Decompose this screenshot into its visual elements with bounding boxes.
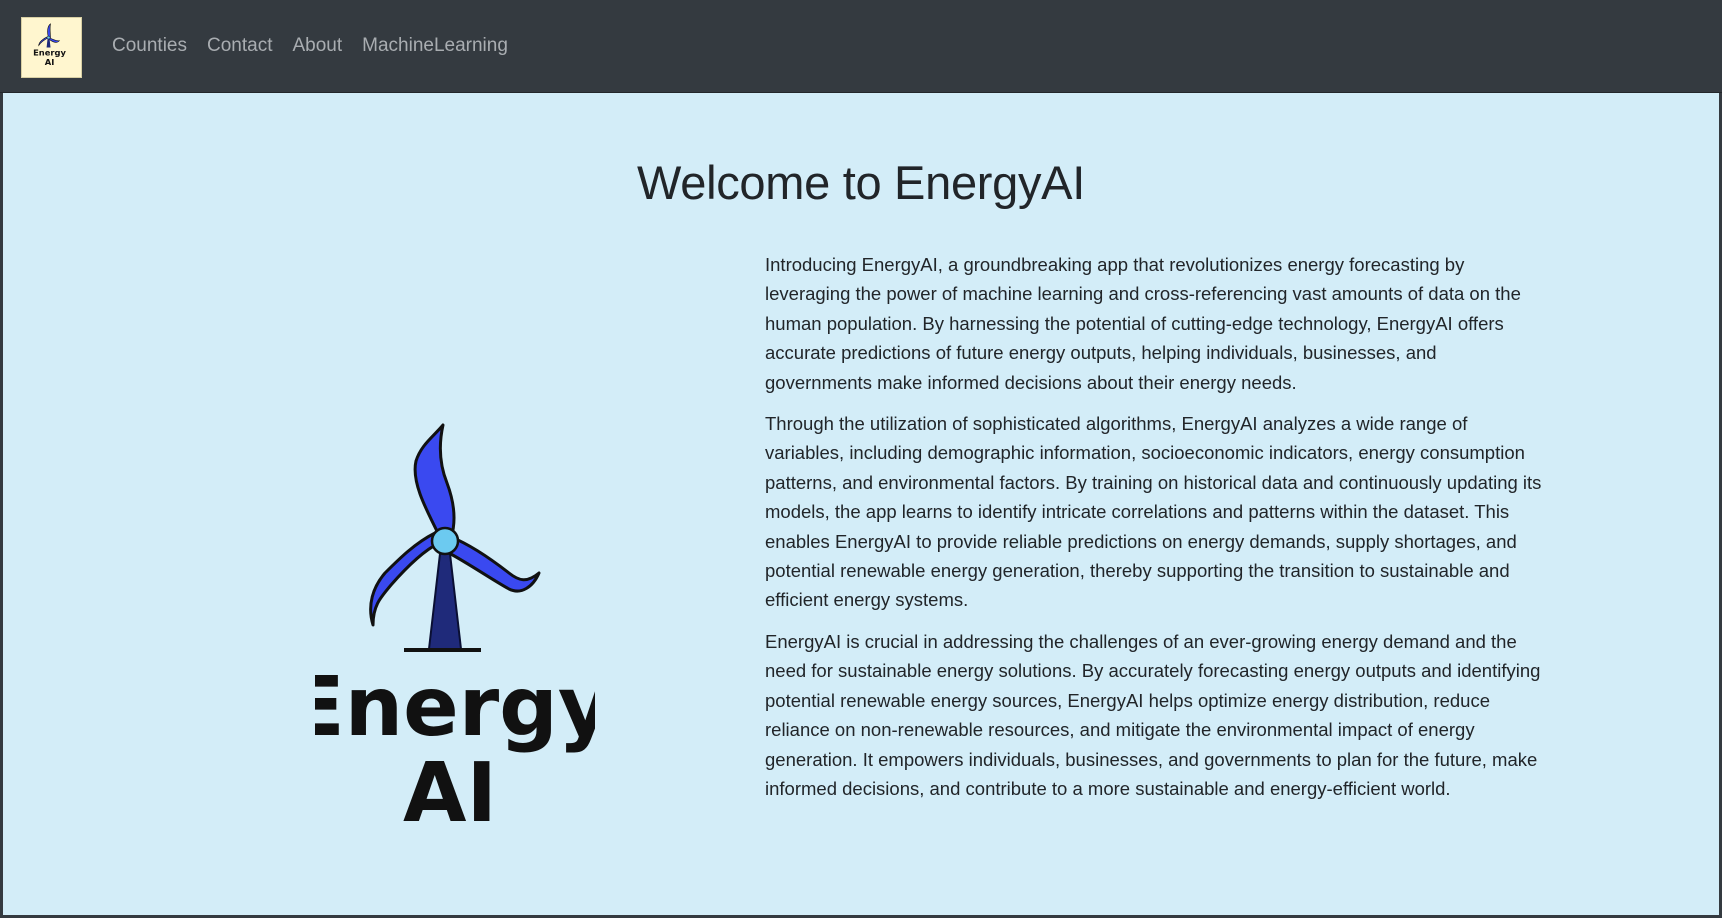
hero-logo-ai-text: AI <box>403 746 497 833</box>
intro-content: Introducing EnergyAI, a groundbreaking a… <box>765 250 1545 815</box>
hero-logo-energy-text: Energy <box>315 660 595 755</box>
energy-ai-logo-icon: Energy AI <box>33 23 67 67</box>
nav-link-machinelearning[interactable]: MachineLearning <box>362 35 508 57</box>
logo-text-ai: AI <box>45 57 55 67</box>
page-title: Welcome to EnergyAI <box>637 156 1085 209</box>
navbar: Energy AI Counties Contact About Machine… <box>0 0 1722 93</box>
logo-text-energy: Energy <box>33 47 66 57</box>
nav-links: Counties Contact About MachineLearning <box>112 35 508 57</box>
nav-link-about[interactable]: About <box>292 35 342 57</box>
nav-link-counties[interactable]: Counties <box>112 35 187 57</box>
hero-logo: Energy AI <box>289 333 611 841</box>
intro-paragraph-3: EnergyAI is crucial in addressing the ch… <box>765 630 1541 799</box>
nav-link-contact[interactable]: Contact <box>207 35 272 57</box>
main-content: Welcome to EnergyAI Energy AI Introducin… <box>3 93 1719 915</box>
brand-logo-link[interactable]: Energy AI <box>21 17 82 78</box>
intro-paragraph-1: Introducing EnergyAI, a groundbreaking a… <box>765 254 1521 393</box>
wind-turbine-icon: Energy AI <box>289 423 611 841</box>
intro-paragraph-2: Through the utilization of sophisticated… <box>765 413 1542 611</box>
